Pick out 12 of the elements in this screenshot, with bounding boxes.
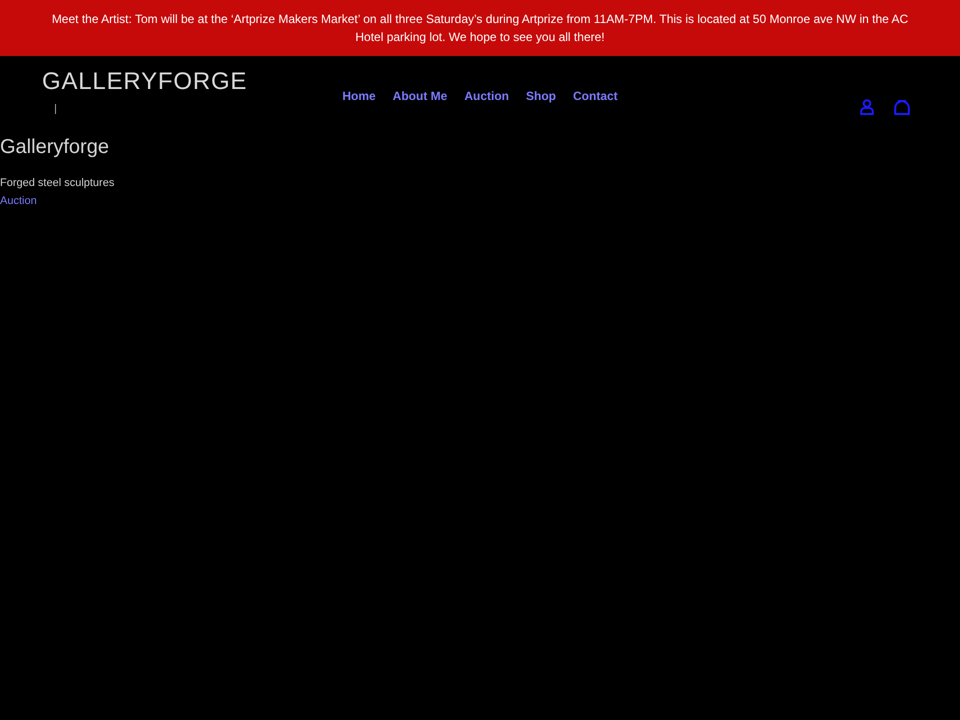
auction-link[interactable]: Auction <box>0 194 37 208</box>
nav-link[interactable]: About Me <box>392 89 448 103</box>
nav-link[interactable]: Contact <box>573 89 618 103</box>
site-logo[interactable]: GALLERYFORGE <box>42 68 248 96</box>
nav-link[interactable]: Home <box>342 89 376 103</box>
account-icon[interactable] <box>860 99 874 115</box>
nav-link[interactable]: Auction <box>464 89 509 103</box>
page-title: Galleryforge <box>0 136 109 158</box>
announcement-text: Meet the Artist: Tom will be at the ‘Artprize Makers Market’ on all three Saturday’s during Artprize from 11AM-7PM. This is located at 50 Monroe ave NW in the AC Hotel parking lot. We hope to see you all there! <box>50 11 910 46</box>
tagline-text: Forged steel sculptures <box>0 176 114 190</box>
nav-link[interactable]: Shop <box>526 89 556 103</box>
shopping-bag-icon[interactable] <box>894 99 910 115</box>
